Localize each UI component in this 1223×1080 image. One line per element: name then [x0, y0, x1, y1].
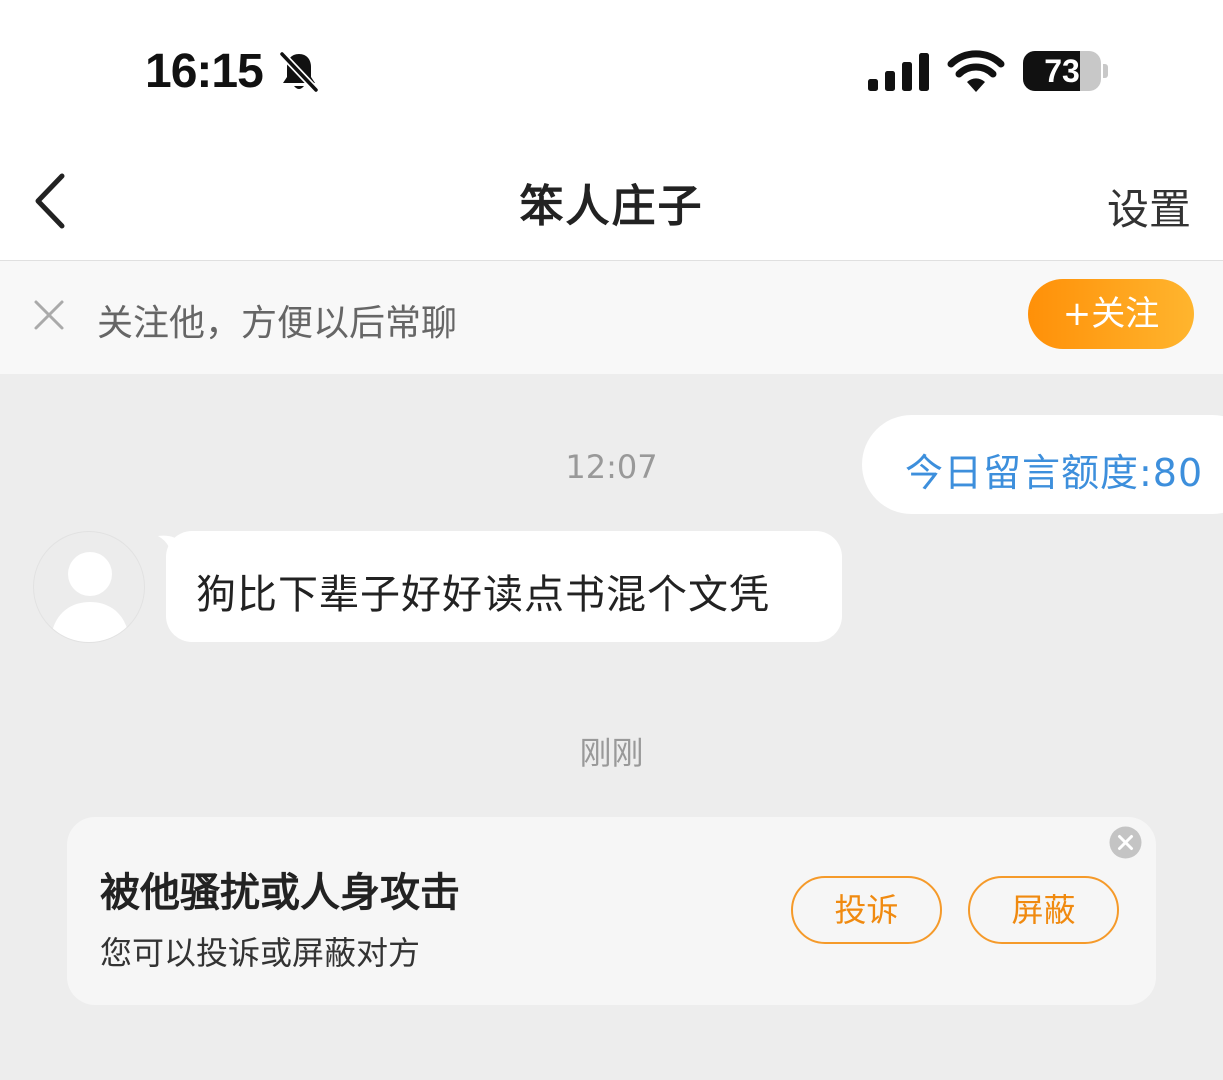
bell-muted-icon [279, 51, 319, 93]
close-icon[interactable] [33, 299, 65, 331]
follow-button[interactable]: +关注 [1028, 279, 1194, 349]
status-bar: 16:15 73 [0, 0, 1223, 140]
message-timestamp-recent: 刚刚 [579, 734, 644, 772]
default-avatar-icon [50, 552, 130, 642]
battery-icon: 73 [1023, 51, 1101, 91]
close-card-icon[interactable] [1109, 826, 1142, 859]
harassment-card-subtitle: 您可以投诉或屏蔽对方 [100, 934, 421, 972]
message-quota-text: 今日留言额度:80 [905, 451, 1204, 495]
battery-indicator: 73 [1023, 51, 1108, 91]
harassment-card-title: 被他骚扰或人身攻击 [100, 870, 460, 916]
battery-tip [1103, 64, 1108, 78]
settings-button[interactable]: 设置 [1107, 176, 1191, 237]
message-text: 狗比下辈子好好读点书混个文凭 [196, 572, 770, 618]
follow-prompt-text: 关注他，方便以后常聊 [97, 303, 458, 344]
report-button[interactable]: 投诉 [791, 876, 942, 944]
nav-bar: 笨人庄子 设置 [0, 140, 1223, 261]
page-title: 笨人庄子 [519, 181, 704, 232]
cellular-signal-icon [868, 53, 929, 91]
block-button[interactable]: 屏蔽 [968, 876, 1119, 944]
status-time: 16:15 [145, 45, 264, 98]
avatar[interactable] [33, 531, 145, 643]
battery-level-label: 73 [1044, 53, 1080, 89]
wifi-icon [947, 50, 1005, 92]
